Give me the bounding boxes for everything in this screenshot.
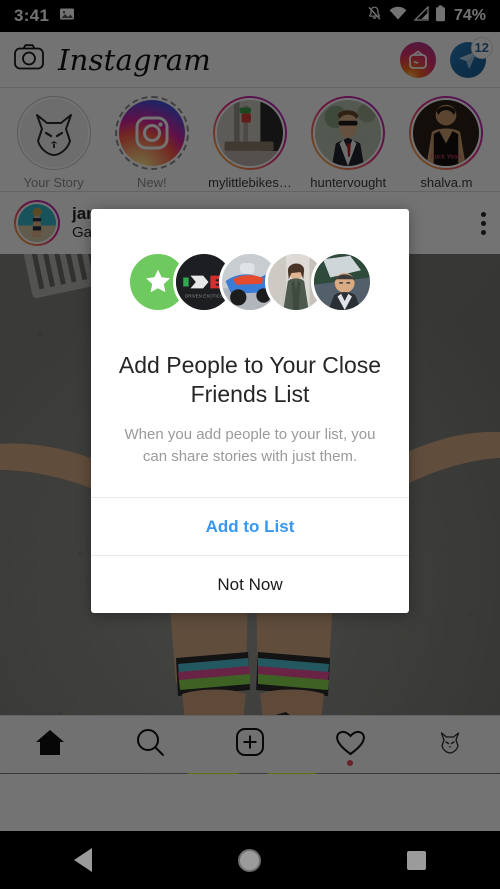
svg-text:Fuck Yeah: Fuck Yeah [431, 153, 462, 160]
camera-icon[interactable] [14, 44, 44, 75]
tab-create[interactable] [220, 722, 280, 768]
story-label: huntervought [310, 175, 387, 190]
man-tanktop-photo-avatar: Fuck Yeah [411, 98, 482, 168]
tab-profile[interactable] [420, 722, 480, 768]
status-bar-left: 3:41 [14, 6, 75, 27]
story-label: Your Story [23, 175, 84, 190]
dot [481, 220, 486, 226]
svg-text:DRIVEN EXOTICS: DRIVEN EXOTICS [185, 293, 223, 298]
story-ring [311, 96, 386, 170]
header-actions: 12 [400, 36, 493, 78]
man-suit-photo-avatar [313, 98, 384, 168]
bike-photo-avatar [215, 98, 285, 168]
tab-home[interactable] [20, 722, 80, 768]
photo-icon [59, 6, 75, 27]
home-icon [35, 728, 65, 761]
status-bar-right: 74% [366, 5, 486, 27]
instagram-glyph-avatar [118, 100, 185, 166]
notifications-off-icon [366, 5, 383, 27]
home-circle-icon[interactable] [215, 840, 285, 880]
story-mylittlebikes[interactable]: mylittlebikes… [202, 96, 297, 190]
post-author-avatar[interactable] [14, 200, 60, 246]
phone-screen: 3:41 74% Instagram 12 Your Story New! my… [0, 0, 500, 889]
wifi-icon [389, 6, 407, 26]
not-now-button[interactable]: Not Now [91, 555, 409, 613]
plus-square-icon [235, 727, 265, 762]
recents-square-icon[interactable] [382, 840, 452, 880]
dialog-avatar-stack: DRIVEN EXOTICS [91, 209, 409, 321]
battery-icon [435, 5, 446, 27]
story-shalvam[interactable]: Fuck Yeah shalva.m [399, 96, 494, 190]
direct-badge: 12 [470, 36, 493, 59]
story-ring [16, 96, 91, 170]
story-ring: Fuck Yeah [409, 96, 484, 170]
bottom-tab-bar [0, 715, 500, 773]
dialog-title: Add People to Your Close Friends List [118, 352, 382, 408]
add-to-list-button[interactable]: Add to List [91, 497, 409, 555]
dot [481, 211, 486, 217]
story-new[interactable]: New! [104, 96, 199, 190]
dialog-body-text: When you add people to your list, you ca… [124, 425, 376, 465]
story-ring [213, 96, 287, 170]
heart-icon [335, 728, 366, 762]
stories-tray[interactable]: Your Story New! mylittlebikes… huntervou… [0, 88, 500, 192]
woman-beach-photo-avatar [16, 202, 58, 244]
clock: 3:41 [14, 6, 50, 25]
activity-badge-dot [347, 759, 353, 766]
story-ring [114, 96, 189, 170]
status-bar: 3:41 74% [0, 0, 500, 32]
cellular-signal-icon [413, 5, 429, 26]
wolf-avatar [19, 99, 88, 167]
back-triangle-icon[interactable] [48, 840, 118, 880]
story-huntervought[interactable]: huntervought [301, 96, 396, 190]
android-navigation-bar [0, 831, 500, 889]
igtv-icon[interactable] [400, 41, 436, 78]
overflow-menu-icon[interactable] [481, 211, 486, 235]
man-photo-avatar [311, 251, 373, 313]
story-label: New! [136, 175, 167, 190]
close-friends-dialog: DRIVEN EXOTICS Add People to Your Close … [91, 209, 409, 614]
app-header: Instagram 12 [0, 32, 500, 88]
battery-percentage: 74% [453, 7, 486, 24]
story-your-story[interactable]: Your Story [6, 96, 101, 190]
page-title: Instagram [58, 42, 211, 77]
tab-search[interactable] [120, 722, 180, 768]
story-label: shalva.m [420, 175, 473, 190]
wolf-icon [35, 114, 72, 156]
tab-activity[interactable] [320, 722, 380, 768]
direct-messages-icon[interactable]: 12 [450, 36, 493, 78]
story-label: mylittlebikes… [208, 175, 292, 190]
instagram-glyph-icon [135, 116, 169, 150]
search-icon [135, 727, 165, 762]
dot [481, 229, 486, 235]
profile-avatar-icon [437, 729, 463, 760]
